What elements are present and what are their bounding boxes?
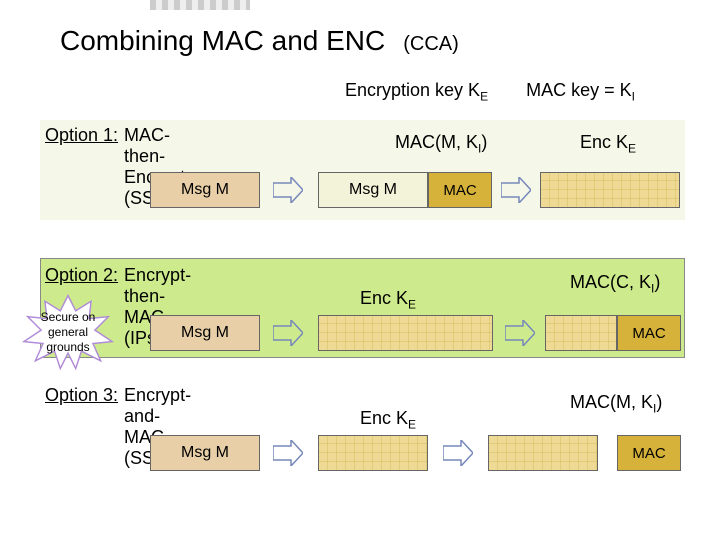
o1-encke-label: Enc KE	[580, 132, 636, 156]
o3-cipher-2	[488, 435, 598, 471]
o1-mac-tag: MAC	[428, 172, 492, 208]
option1-label: Option 1: MAC-then-Encrypt (SSL)	[45, 125, 118, 146]
o3-cipher	[318, 435, 428, 471]
arrow-icon	[273, 440, 303, 466]
o1-cipher-out	[540, 172, 680, 208]
o1-msg-m-1: Msg M	[150, 172, 260, 208]
secure-star-badge: Secure on general grounds	[20, 293, 116, 371]
enc-key-label: Encryption key KE	[345, 80, 488, 104]
keys-row: Encryption key KE MAC key = KI	[345, 80, 635, 104]
o2-mac-tag: MAC	[617, 315, 681, 351]
o2-cipher-2	[545, 315, 617, 351]
o1-macmki-label: MAC(M, KI)	[395, 132, 487, 156]
arrow-icon	[273, 177, 303, 203]
secure-star-text: Secure on general grounds	[20, 310, 116, 355]
o2-encke-label: Enc KE	[360, 288, 416, 312]
mac-key-label: MAC key = KI	[526, 80, 635, 104]
title-row: Combining MAC and ENC (CCA)	[60, 25, 459, 57]
option3-label: Option 3: Encrypt-and-MAC (SSH)	[45, 385, 118, 406]
cca-label: (CCA)	[403, 33, 459, 56]
o2-cipher	[318, 315, 493, 351]
o3-mac-tag: MAC	[617, 435, 681, 471]
o2-maccki-label: MAC(C, KI)	[570, 272, 660, 296]
option2-label: Option 2: Encrypt-then-MAC (IPsec)	[45, 265, 118, 286]
arrow-icon	[501, 177, 531, 203]
o1-msg-m-2: Msg M	[318, 172, 428, 208]
o2-msg-m: Msg M	[150, 315, 260, 351]
o3-msg-m: Msg M	[150, 435, 260, 471]
arrow-icon	[505, 320, 535, 346]
arrow-icon	[273, 320, 303, 346]
page-title: Combining MAC and ENC	[60, 25, 385, 57]
decor-stripe	[150, 0, 250, 10]
arrow-icon	[443, 440, 473, 466]
o3-macmki-label: MAC(M, KI)	[570, 392, 662, 416]
o3-encke-label: Enc KE	[360, 408, 416, 432]
